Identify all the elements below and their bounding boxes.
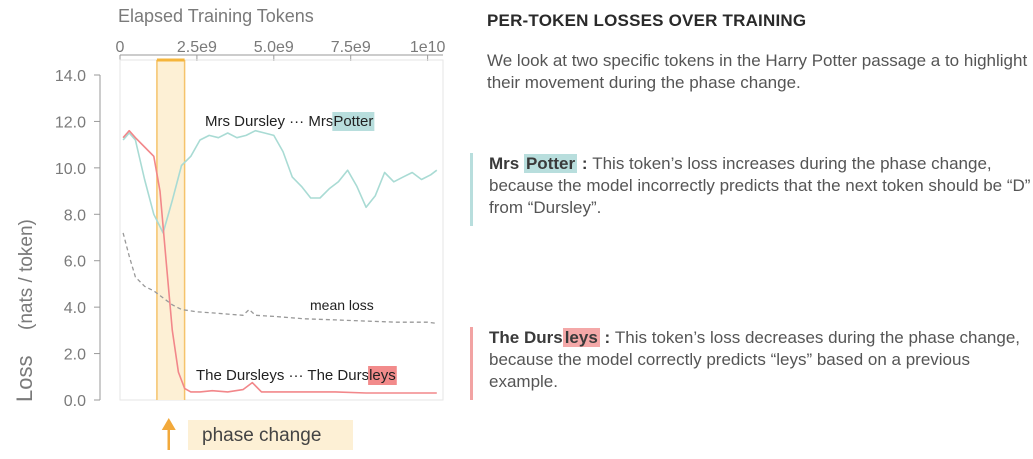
note-dursleys-sep: : <box>599 328 615 347</box>
x-axis: 0 2.5e9 5.0e9 7.5e9 1e10 <box>116 39 446 61</box>
plot-area: Mrs Dursley ··· Mrs Potter The Dursleys ·… <box>119 58 444 450</box>
y-tick-label: 14.0 <box>55 68 86 85</box>
note-dursleys: The Durs leys : This token’s loss decreas… <box>470 327 1033 400</box>
note-potter: Mrs Potter : This token’s loss increases… <box>470 153 1033 226</box>
y-tick-label: 6.0 <box>64 254 86 271</box>
y-tick-label: 0.0 <box>64 393 86 410</box>
label-mean-loss: mean loss <box>310 297 374 313</box>
y-tick-label: 4.0 <box>64 300 86 317</box>
note-potter-prefix: Mrs <box>489 154 524 173</box>
phase-change-arrow-head <box>161 418 176 430</box>
panel-title: PER-TOKEN LOSSES OVER TRAINING <box>487 11 807 30</box>
intro-text: We look at two specific tokens in the Ha… <box>487 51 1028 92</box>
x-tick-label: 1e10 <box>410 39 446 56</box>
note-potter-sep: : <box>577 154 593 173</box>
label-dursleys: The Dursleys ··· The Durs leys <box>196 366 397 385</box>
x-tick-label: 7.5e9 <box>331 39 371 56</box>
phase-change-label: phase change <box>202 425 321 446</box>
y-tick-label: 12.0 <box>55 114 86 131</box>
label-dursleys-prefix: The Dursleys ··· The Durs <box>196 367 369 384</box>
description-panel: PER-TOKEN LOSSES OVER TRAINING We look a… <box>487 8 1032 94</box>
x-axis-title: Elapsed Training Tokens <box>118 6 314 26</box>
loss-chart: Elapsed Training Tokens 0 2.5e9 5.0e9 7.5e9… <box>12 6 446 450</box>
y-axis-title: Loss <box>12 356 37 402</box>
note-dursleys-highlight: leys <box>562 328 600 347</box>
note-potter-highlight: Potter <box>523 154 578 173</box>
y-tick-label: 2.0 <box>64 347 86 364</box>
x-tick-label: 0 <box>116 39 125 56</box>
label-dursleys-highlight: leys <box>369 367 396 384</box>
label-potter-highlight: Potter <box>333 113 373 130</box>
y-tick-label: 10.0 <box>55 161 86 178</box>
y-axis: 0.0 2.0 4.0 6.0 8.0 10.0 12.0 14.0 <box>55 68 101 410</box>
label-potter: Mrs Dursley ··· Mrs Potter <box>205 112 375 131</box>
x-tick-label: 5.0e9 <box>254 39 294 56</box>
note-dursleys-prefix: The Durs <box>489 328 563 347</box>
x-tick-label: 2.5e9 <box>177 39 217 56</box>
label-potter-prefix: Mrs Dursley ··· Mrs <box>205 113 333 130</box>
y-tick-label: 8.0 <box>64 207 86 224</box>
y-axis-unit: (nats / token) <box>16 219 37 330</box>
